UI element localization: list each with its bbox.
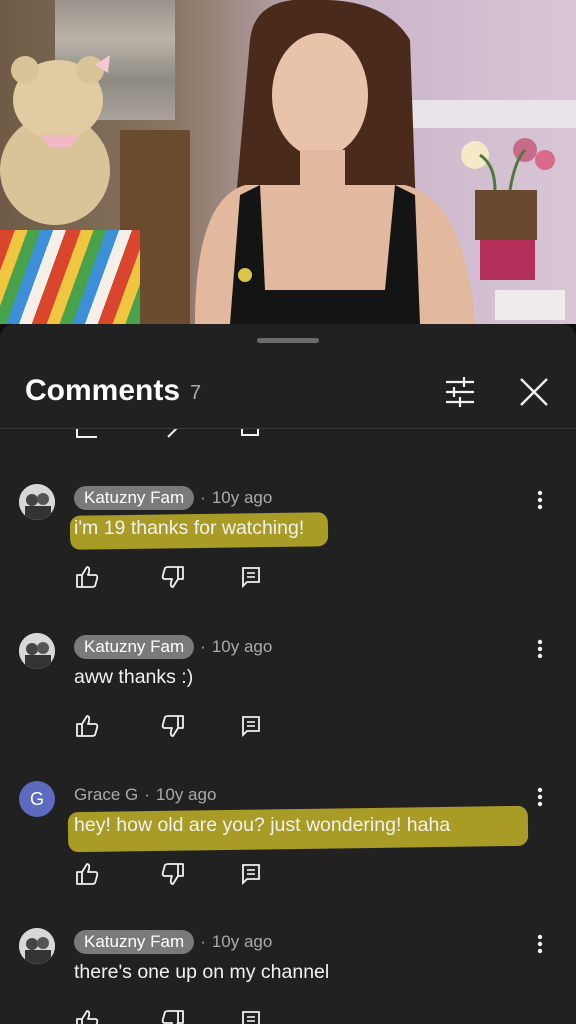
avatar[interactable] [19, 484, 55, 520]
more-vertical-icon[interactable] [528, 486, 552, 514]
avatar[interactable]: G [19, 781, 55, 817]
comment-actions [74, 564, 274, 590]
reply-comment-icon[interactable] [238, 713, 264, 739]
comment-author[interactable]: Katuzny Fam [74, 635, 195, 659]
comment-time: 10y ago [211, 637, 273, 656]
comment-meta: Katuzny Fam · 10y ago [74, 930, 272, 954]
thumb-down-icon[interactable] [160, 861, 186, 887]
comments-header: Comments 7 [0, 360, 576, 428]
comment-actions [74, 1008, 274, 1024]
comment-meta: Katuzny Fam · 10y ago [74, 486, 272, 510]
comment-author[interactable]: Katuzny Fam [74, 486, 195, 510]
comment-author[interactable]: Katuzny Fam [74, 930, 195, 954]
previous-comment-actions [0, 429, 576, 439]
comment-meta: Grace G · 10y ago [74, 785, 217, 805]
close-icon[interactable] [514, 372, 554, 412]
thumb-down-icon[interactable] [160, 1008, 186, 1024]
thumb-up-icon[interactable] [74, 564, 100, 590]
comment-time: 10y ago [211, 932, 273, 951]
comment-time: 10y ago [155, 785, 217, 804]
comment-text: aww thanks :) [74, 666, 194, 688]
more-vertical-icon[interactable] [528, 930, 552, 958]
thumb-up-icon[interactable] [74, 861, 100, 887]
reply-comment-icon[interactable] [240, 429, 260, 439]
comment-meta: Katuzny Fam · 10y ago [74, 635, 272, 659]
drag-handle[interactable] [257, 338, 319, 343]
reply-comment-icon[interactable] [238, 1008, 264, 1024]
thumb-up-icon[interactable] [74, 713, 100, 739]
comment-text: hey! how old are you? just wondering! ha… [74, 814, 451, 836]
comments-title: Comments [25, 374, 181, 407]
video-player[interactable] [0, 0, 576, 324]
thumb-up-icon[interactable] [74, 429, 100, 439]
reply-comment-icon[interactable] [238, 564, 264, 590]
reply-comment-icon[interactable] [238, 861, 264, 887]
comments-list[interactable]: Katuzny Fam · 10y ago i'm 19 thanks for … [0, 429, 576, 1024]
comment-item: Katuzny Fam · 10y ago aww thanks :) [0, 633, 576, 773]
comment-item: G Grace G · 10y ago hey! how old are you… [0, 781, 576, 921]
teddy-bear [0, 55, 110, 225]
striped-blanket [0, 230, 140, 324]
comment-author[interactable]: Grace G [74, 785, 138, 805]
thumb-up-icon[interactable] [74, 1008, 100, 1024]
comment-text: i'm 19 thanks for watching! [74, 517, 305, 539]
comment-actions [74, 861, 274, 887]
comments-count: 7 [190, 382, 202, 404]
more-vertical-icon[interactable] [528, 635, 552, 663]
more-vertical-icon[interactable] [528, 783, 552, 811]
comment-text: there's one up on my channel [74, 961, 330, 983]
comment-time: 10y ago [211, 488, 273, 507]
tune-sliders-icon[interactable] [440, 372, 480, 412]
thumb-down-icon[interactable] [160, 429, 186, 439]
thumb-down-icon[interactable] [160, 713, 186, 739]
avatar[interactable] [19, 928, 55, 964]
thumb-down-icon[interactable] [160, 564, 186, 590]
presenter [195, 0, 475, 324]
comment-actions [74, 713, 274, 739]
comment-item: Katuzny Fam · 10y ago i'm 19 thanks for … [0, 484, 576, 624]
plant-pot [461, 138, 565, 320]
comments-sheet: Comments 7 Katuzny Fam · 10y ago i'm 19 … [0, 324, 576, 1024]
comment-item: Katuzny Fam · 10y ago there's one up on … [0, 928, 576, 1024]
avatar[interactable] [19, 633, 55, 669]
